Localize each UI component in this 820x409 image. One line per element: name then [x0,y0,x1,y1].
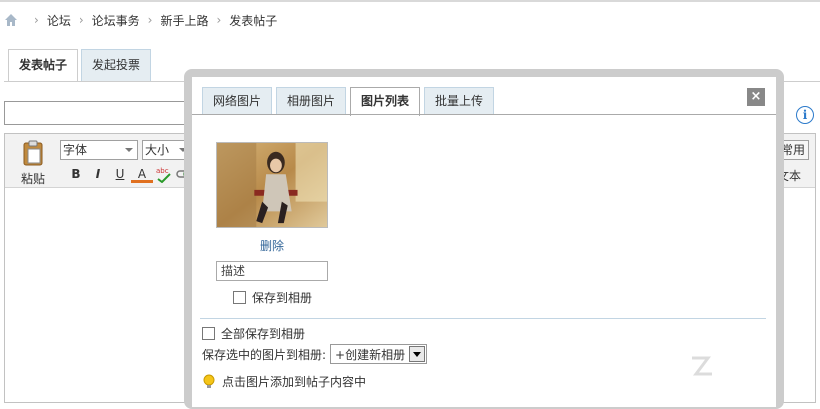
save-to-album-option: 保存到相册 [233,289,312,306]
spellcheck-icon[interactable]: abc [153,165,175,183]
format-buttons: B I U A abc [65,165,197,183]
subject-input[interactable] [4,101,194,125]
breadcrumb-item-newbie[interactable]: 新手上路 [160,12,208,29]
save-all-option: 全部保存到相册 [202,325,305,342]
album-select-value: +创建新相册 [335,347,406,362]
save-to-album-checkbox[interactable] [233,291,246,304]
tab-album-image[interactable]: 相册图片 [276,87,347,115]
chevron-down-icon [409,346,426,362]
bold-button[interactable]: B [65,165,87,183]
watermark-logo [692,356,712,376]
paste-button[interactable]: 粘贴 [15,140,51,187]
album-select[interactable]: +创建新相册 [330,344,428,364]
breadcrumb: › 论坛 › 论坛事务 › 新手上路 › 发表帖子 [4,10,277,30]
tab-batch-upload[interactable]: 批量上传 [424,87,495,115]
top-border [0,0,820,2]
home-icon[interactable] [4,13,18,27]
delete-link[interactable]: 删除 [216,237,328,254]
tab-new-poll[interactable]: 发起投票 [81,49,152,81]
tab-image-list[interactable]: 图片列表 [350,87,421,116]
dialog-tabs-divider [192,114,776,115]
font-select-value: 字体 [63,143,88,157]
save-selected-label: 保存选中的图片到相册: [202,347,327,362]
dialog-divider [200,318,766,319]
save-to-album-label: 保存到相册 [252,291,313,305]
breadcrumb-item-affairs[interactable]: 论坛事务 [92,12,140,29]
lightbulb-icon [203,374,215,388]
hint: 点击图片添加到帖子内容中 [202,373,366,390]
post-tabs: 发表帖子 发起投票 [8,49,154,82]
paste-label: 粘贴 [20,172,45,186]
description-input[interactable]: 描述 [216,261,328,281]
save-all-checkbox[interactable] [202,327,215,340]
breadcrumb-item-forum[interactable]: 论坛 [47,12,71,29]
close-button[interactable]: × [747,88,765,106]
save-all-label: 全部保存到相册 [221,327,306,341]
hint-text: 点击图片添加到帖子内容中 [222,375,367,389]
image-thumbnail[interactable] [216,142,328,228]
breadcrumb-separator: › [216,13,222,27]
tab-new-post[interactable]: 发表帖子 [8,49,79,82]
underline-button[interactable]: U [109,165,131,183]
info-icon[interactable]: i [796,106,814,124]
font-color-button[interactable]: A [131,165,153,183]
dialog-tabs: 网络图片 相册图片 图片列表 批量上传 [202,87,498,116]
size-select-value: 大小 [145,143,170,157]
save-selected-row: 保存选中的图片到相册: +创建新相册 [202,344,428,364]
italic-button[interactable]: I [87,165,109,183]
clipboard-icon [23,140,43,166]
chevron-down-icon [125,148,133,152]
breadcrumb-item-post: 发表帖子 [229,13,278,28]
breadcrumb-separator: › [34,13,39,27]
breadcrumb-separator: › [78,13,84,27]
breadcrumb-separator: › [147,13,153,27]
svg-text:abc: abc [156,167,169,175]
tab-web-image[interactable]: 网络图片 [202,87,273,115]
font-select[interactable]: 字体 [60,140,138,160]
